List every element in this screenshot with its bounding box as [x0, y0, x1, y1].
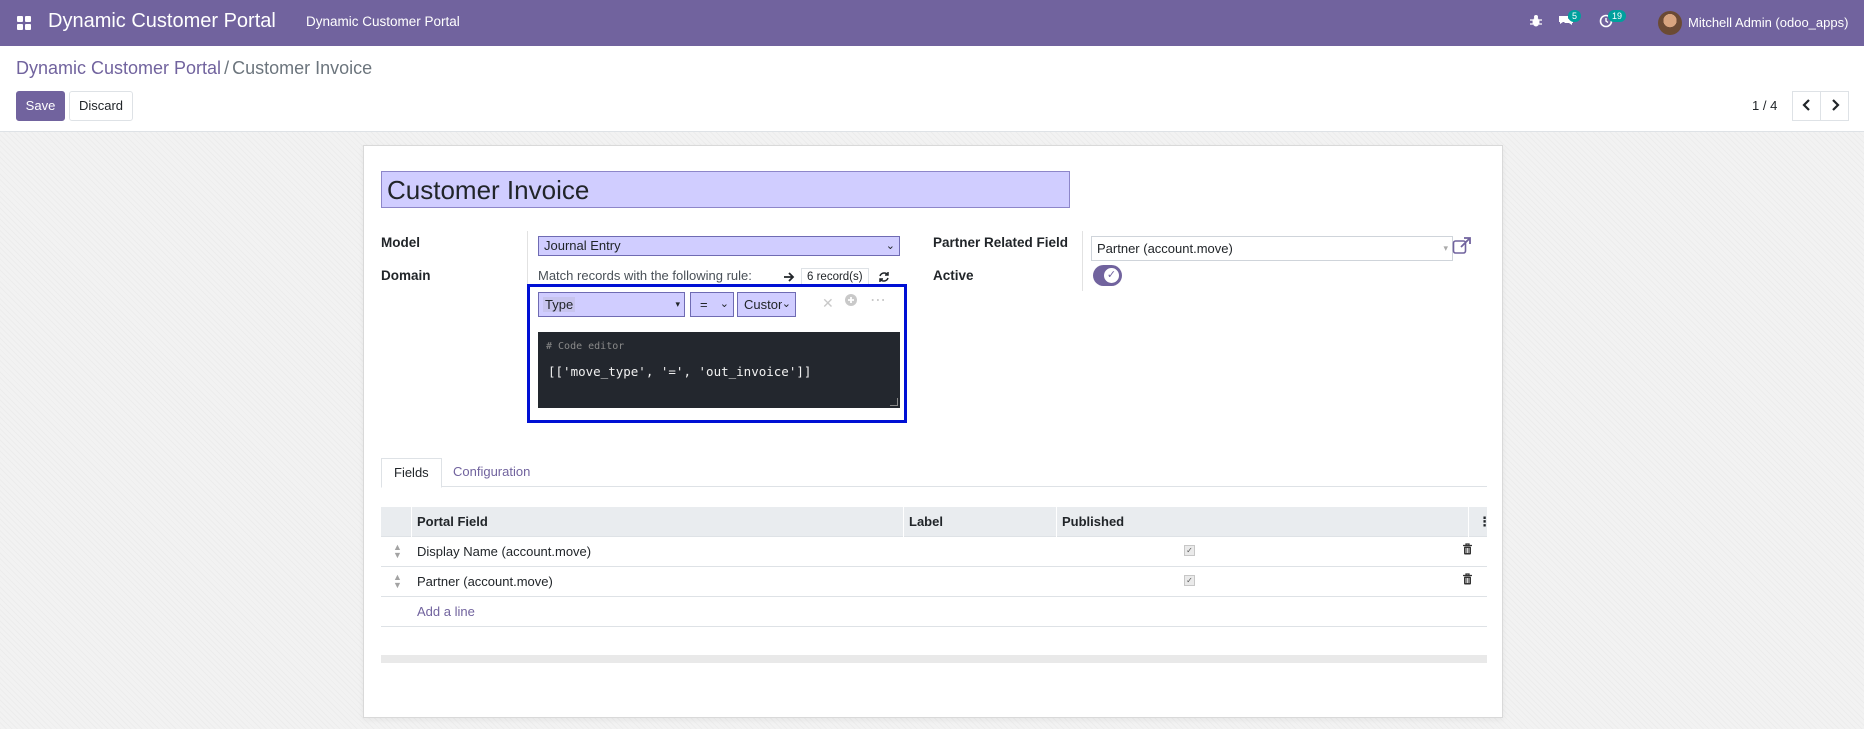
chevron-left-icon — [1801, 99, 1810, 111]
model-select[interactable]: Journal Entry ⌄ — [538, 236, 900, 256]
field-separator — [527, 231, 528, 291]
portal-field-cell[interactable]: Display Name (account.move) — [417, 544, 591, 559]
apps-grid-icon[interactable] — [17, 16, 31, 30]
app-name[interactable]: Dynamic Customer Portal — [48, 10, 276, 33]
discard-button[interactable]: Discard — [69, 91, 133, 121]
chat-badge: 5 — [1568, 10, 1582, 22]
column-header-published[interactable]: Published — [1062, 514, 1124, 529]
avatar[interactable] — [1658, 11, 1682, 35]
column-separator — [903, 507, 904, 537]
partner-related-field-value: Partner (account.move) — [1097, 241, 1233, 256]
notebook-tabs: Fields Configuration — [381, 458, 1487, 488]
check-icon: ✓ — [1104, 268, 1119, 283]
breadcrumb: Dynamic Customer Portal / Customer Invoice — [16, 58, 372, 79]
code-comment: # Code editor — [546, 341, 625, 352]
tab-configuration[interactable]: Configuration — [441, 458, 542, 488]
published-checkbox[interactable]: ✓ — [1184, 545, 1195, 556]
pager-value[interactable]: 1 / 4 — [1752, 98, 1777, 113]
domain-match-text: Match records with the following rule: — [538, 268, 752, 283]
resize-handle[interactable] — [890, 398, 898, 406]
activity-badge: 19 — [1608, 10, 1627, 22]
portal-field-cell[interactable]: Partner (account.move) — [417, 574, 553, 589]
chevron-down-icon: ⌄ — [719, 298, 729, 310]
active-toggle[interactable]: ✓ — [1093, 265, 1122, 286]
column-header-portal-field[interactable]: Portal Field — [417, 514, 488, 529]
drag-handle-icon[interactable]: ▲ ▼ — [393, 573, 402, 590]
chevron-down-icon: ⌄ — [781, 293, 791, 316]
code-editor[interactable]: # Code editor [['move_type', '=', 'out_i… — [538, 332, 900, 408]
column-separator — [411, 507, 412, 537]
field-separator — [1082, 231, 1083, 291]
table-scrollbar[interactable] — [381, 655, 1487, 663]
trash-icon[interactable] — [1462, 573, 1473, 588]
clock-icon[interactable]: 19 — [1596, 10, 1627, 33]
breadcrumb-current: Customer Invoice — [232, 58, 373, 78]
table-row[interactable]: ▲ ▼ Partner (account.move) ✓ — [381, 567, 1487, 597]
model-label: Model — [381, 235, 420, 250]
more-options-icon[interactable]: ⋯ — [870, 290, 886, 310]
domain-operator-select[interactable]: = ⌄ — [690, 292, 734, 317]
pager-next-button[interactable] — [1820, 91, 1849, 121]
table-header: Portal Field Label Published ⋮ — [381, 507, 1491, 537]
delete-rule-icon[interactable]: ✕ — [822, 295, 834, 312]
model-select-value: Journal Entry — [544, 238, 621, 253]
published-checkbox[interactable]: ✓ — [1184, 575, 1195, 586]
table-row[interactable]: ▲ ▼ Display Name (account.move) ✓ — [381, 537, 1487, 567]
breadcrumb-parent[interactable]: Dynamic Customer Portal — [16, 58, 221, 78]
top-navbar: Dynamic Customer Portal Dynamic Customer… — [0, 0, 1864, 46]
breadcrumb-separator: / — [224, 58, 230, 78]
partner-related-field-select[interactable]: Partner (account.move) ▾ — [1091, 236, 1453, 261]
chat-icon[interactable]: 5 — [1556, 10, 1582, 33]
trash-icon[interactable] — [1462, 543, 1473, 558]
chevron-right-icon — [1831, 99, 1840, 111]
add-line-row: Add a line — [381, 597, 1487, 627]
menu-item-dynamic-customer-portal[interactable]: Dynamic Customer Portal — [306, 14, 460, 29]
caret-down-icon: ▾ — [675, 299, 680, 309]
partner-related-field-label: Partner Related Field — [933, 235, 1069, 250]
tab-fields[interactable]: Fields — [381, 458, 442, 488]
record-name-input[interactable]: Customer Invoice — [381, 171, 1070, 208]
bug-icon[interactable] — [1526, 13, 1546, 33]
pager-previous-button[interactable] — [1792, 91, 1821, 121]
control-panel: Dynamic Customer Portal / Customer Invoice… — [0, 46, 1864, 132]
column-separator — [1468, 507, 1469, 537]
chevron-down-icon: ⌄ — [885, 240, 895, 252]
user-menu[interactable]: Mitchell Admin (odoo_apps) — [1688, 15, 1848, 30]
domain-editor-highlight: Type ▾ = ⌄ Custom ⌄ ✕ ⋯ # Code editor [[… — [527, 284, 907, 423]
drag-handle-icon[interactable]: ▲ ▼ — [393, 543, 402, 560]
add-rule-icon[interactable] — [844, 293, 858, 310]
caret-down-icon: ▾ — [1443, 243, 1448, 253]
active-label: Active — [933, 268, 974, 283]
domain-label: Domain — [381, 268, 431, 283]
optional-columns-icon[interactable]: ⋮ — [1478, 514, 1491, 530]
form-sheet: Customer Invoice Model Domain Journal En… — [363, 145, 1503, 718]
domain-field-select[interactable]: Type ▾ — [538, 292, 685, 317]
domain-value-select[interactable]: Custom ⌄ — [737, 292, 796, 317]
save-button[interactable]: Save — [16, 91, 65, 121]
domain-field-value: Type — [543, 297, 576, 312]
domain-operator-value: = — [700, 297, 708, 312]
domain-code[interactable]: [['move_type', '=', 'out_invoice']] — [548, 364, 811, 379]
external-link-icon[interactable] — [1452, 237, 1472, 257]
add-line-link[interactable]: Add a line — [417, 604, 475, 619]
column-separator — [1056, 507, 1057, 537]
column-header-label[interactable]: Label — [909, 514, 943, 529]
